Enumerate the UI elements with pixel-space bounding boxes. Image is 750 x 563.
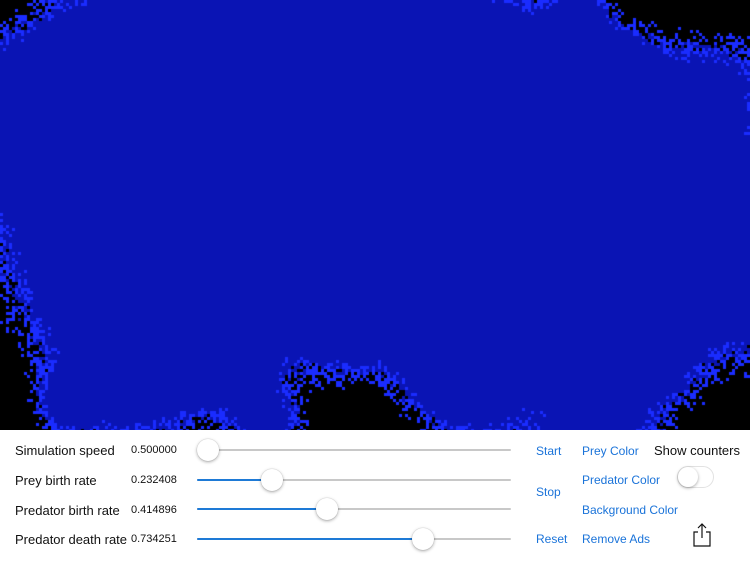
share-button[interactable]: [691, 523, 713, 547]
simulation-speed-label: Simulation speed: [15, 443, 115, 458]
prey-birth-rate-label: Prey birth rate: [15, 473, 97, 488]
stop-button[interactable]: Stop: [536, 485, 561, 499]
predator-death-rate-label: Predator death rate: [15, 532, 128, 547]
slider-thumb[interactable]: [261, 469, 284, 491]
predator-death-rate-slider[interactable]: [197, 527, 511, 551]
simulation-speed-value: 0.500000: [131, 444, 177, 456]
start-button[interactable]: Start: [536, 444, 561, 458]
toggle-knob: [678, 467, 698, 487]
prey-color-button[interactable]: Prey Color: [582, 444, 639, 458]
predator-color-button[interactable]: Predator Color: [582, 473, 660, 487]
prey-birth-rate-value: 0.232408: [131, 474, 177, 486]
simulation-canvas[interactable]: [0, 0, 750, 430]
show-counters-label: Show counters: [654, 443, 740, 458]
share-icon: [693, 523, 711, 547]
background-color-button[interactable]: Background Color: [582, 503, 678, 517]
prey-birth-rate-slider[interactable]: [197, 468, 511, 492]
slider-thumb[interactable]: [197, 439, 219, 461]
show-counters-toggle[interactable]: [677, 466, 714, 488]
control-panel: Simulation speed 0.500000 Prey birth rat…: [0, 430, 750, 563]
slider-track: [197, 449, 511, 451]
simulation-speed-slider[interactable]: [197, 438, 511, 462]
predator-birth-rate-slider[interactable]: [197, 497, 511, 521]
predator-birth-rate-label: Predator birth rate: [15, 503, 120, 518]
slider-thumb[interactable]: [412, 528, 435, 550]
reset-button[interactable]: Reset: [536, 532, 567, 546]
slider-thumb[interactable]: [316, 498, 339, 520]
predator-birth-rate-value: 0.414896: [131, 504, 177, 516]
predator-death-rate-value: 0.734251: [131, 533, 177, 545]
remove-ads-button[interactable]: Remove Ads: [582, 532, 650, 546]
slider-fill: [197, 538, 424, 540]
slider-fill: [197, 508, 328, 510]
